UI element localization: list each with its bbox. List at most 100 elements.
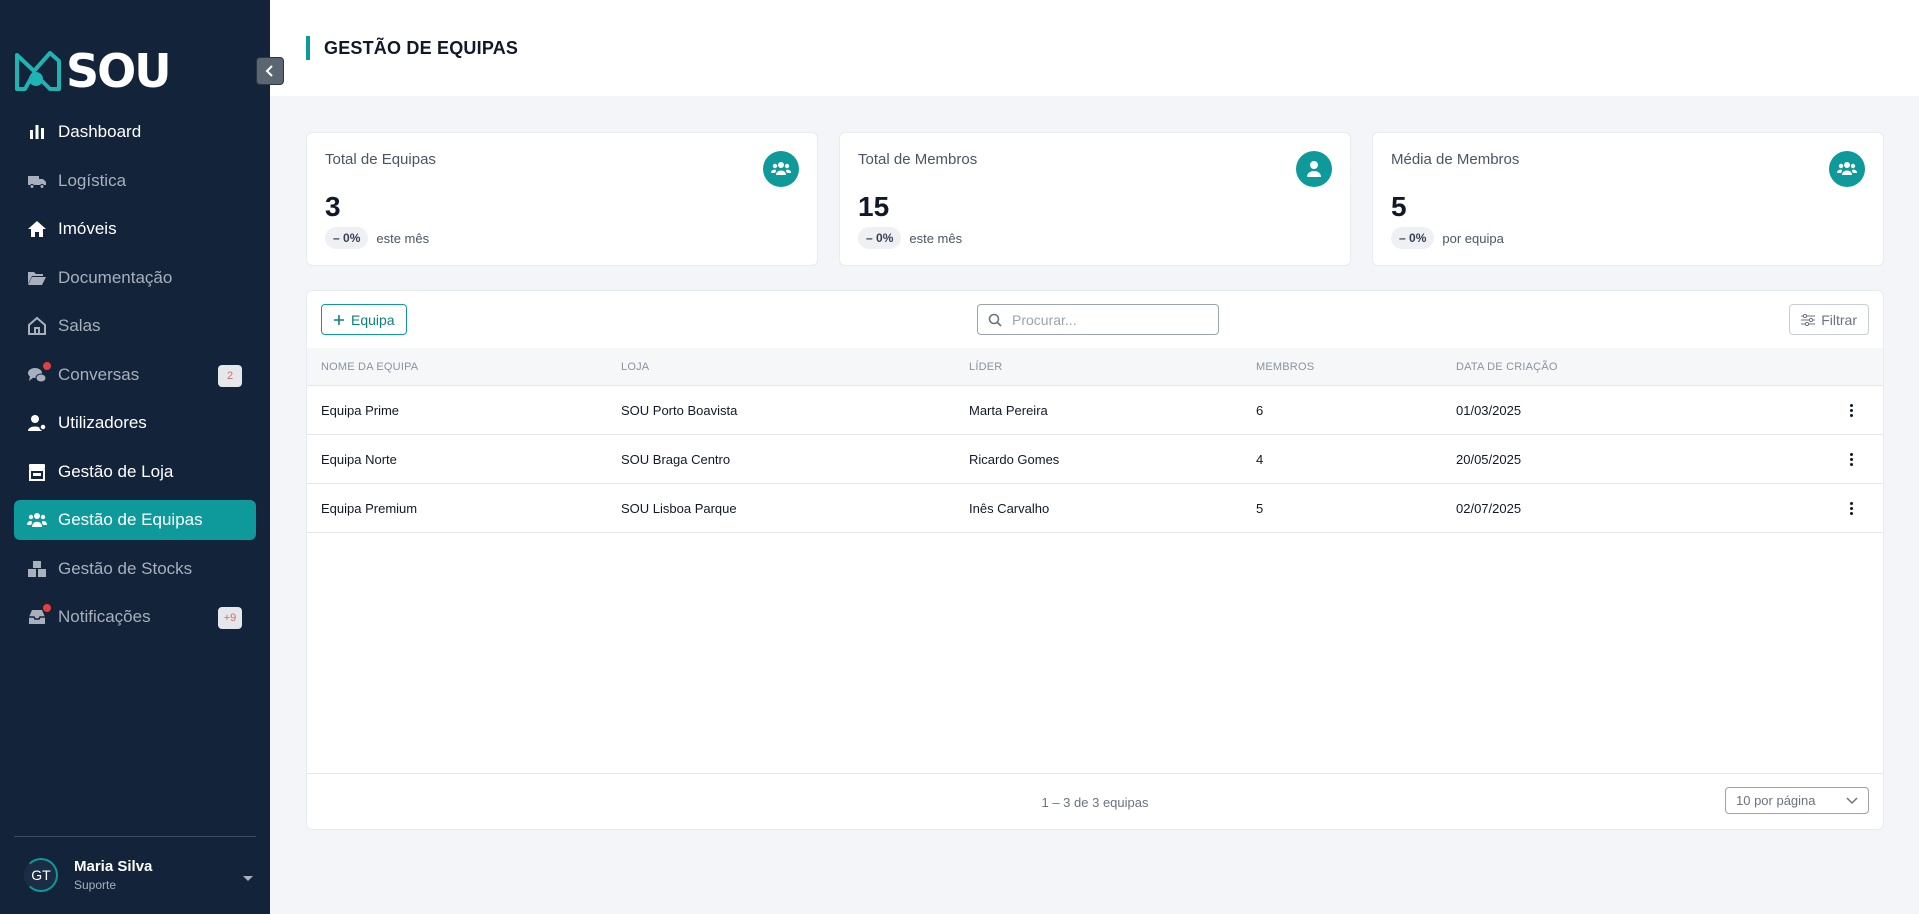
logo-wordmark: SOU: [66, 44, 172, 98]
chat-icon: [26, 361, 51, 386]
stat-card-total-membros: Total de Membros 15 – 0% este mês: [839, 132, 1351, 266]
chevron-left-icon: [265, 65, 273, 77]
sidebar-item-utilizadores[interactable]: Utilizadores: [14, 403, 256, 443]
change-suffix: este mês: [376, 230, 430, 246]
sliders-icon: [1801, 313, 1816, 326]
inbox-icon: [26, 604, 51, 628]
column-header-created-date[interactable]: DATA DE CRIAÇÃO: [1456, 361, 1558, 373]
per-page-value: 10 por página: [1736, 793, 1816, 808]
change-suffix: por equipa: [1442, 230, 1504, 246]
page-title: GESTÃO DE EQUIPAS: [324, 38, 519, 58]
cell-leader: Marta Pereira: [969, 403, 1048, 418]
per-page-select[interactable]: 10 por página: [1725, 787, 1869, 814]
sidebar-item-label: Gestão de Stocks: [58, 558, 193, 578]
change-value: 0%: [1409, 231, 1427, 245]
search-icon: [988, 313, 1002, 327]
cell-team-name: Equipa Premium: [321, 501, 418, 516]
logo-mark-icon: [15, 51, 61, 91]
cell-team-name: Equipa Prime: [321, 403, 400, 418]
user-icon: [1296, 151, 1332, 187]
table-row[interactable]: Equipa Prime SOU Porto Boavista Marta Pe…: [307, 386, 1883, 435]
sidebar-item-gestao-loja[interactable]: Gestão de Loja: [14, 452, 256, 492]
truck-icon: [26, 170, 48, 192]
stat-card-media-membros: Média de Membros 5 – 0% por equipa: [1372, 132, 1884, 266]
add-team-label: Equipa: [351, 311, 395, 328]
filter-button[interactable]: Filtrar: [1789, 304, 1869, 335]
sidebar-item-label: Salas: [58, 316, 101, 335]
change-chip: – 0%: [325, 227, 369, 249]
chevron-down-icon: [1846, 796, 1858, 804]
home-icon: [26, 218, 48, 240]
row-actions-kebab-icon[interactable]: [1845, 400, 1857, 420]
cell-created-date: 02/07/2025: [1456, 501, 1522, 516]
row-actions-kebab-icon[interactable]: [1845, 449, 1857, 469]
users-icon: [26, 509, 48, 531]
sidebar-item-imoveis[interactable]: Imóveis: [14, 209, 256, 249]
change-chip: – 0%: [1391, 227, 1435, 249]
collapse-sidebar-button[interactable]: [256, 57, 284, 85]
stat-label: Média de Membros: [1391, 151, 1520, 168]
users-icon: [1829, 151, 1865, 187]
sidebar-item-conversas[interactable]: Conversas 2: [14, 355, 256, 395]
change-suffix: este mês: [909, 230, 963, 246]
search-box[interactable]: [977, 304, 1219, 335]
table-row[interactable]: Equipa Premium SOU Lisboa Parque Inês Ca…: [307, 484, 1883, 533]
filter-label: Filtrar: [1821, 311, 1857, 328]
sidebar-item-dashboard[interactable]: Dashboard: [14, 112, 256, 152]
notificacoes-count-badge: +9: [218, 607, 242, 629]
cell-store: SOU Braga Centro: [621, 452, 731, 467]
user-profile[interactable]: GT Maria Silva Suporte: [24, 858, 254, 892]
sidebar-item-gestao-stocks[interactable]: Gestão de Stocks: [14, 549, 256, 589]
sidebar-item-logistica[interactable]: Logística: [14, 161, 256, 201]
column-header-store[interactable]: LOJA: [621, 361, 649, 373]
title-accent-bar: [306, 36, 310, 60]
search-input[interactable]: [1012, 311, 1202, 328]
avatar: GT: [24, 858, 58, 892]
sidebar-divider: [14, 836, 256, 837]
user-role: Suporte: [74, 878, 117, 892]
pagination-info: 1 – 3 de 3 equipas: [1041, 795, 1149, 810]
sidebar-item-gestao-equipas[interactable]: Gestão de Equipas: [14, 500, 256, 540]
sidebar-item-label: Gestão de Loja: [58, 461, 174, 481]
cell-members: 6: [1256, 403, 1264, 418]
stat-value: 15: [858, 191, 890, 222]
change-chip: – 0%: [858, 227, 902, 249]
sidebar-item-label: Documentação: [58, 267, 173, 287]
cell-members: 5: [1256, 501, 1264, 516]
unread-dot: [43, 361, 51, 370]
cell-members: 4: [1256, 452, 1264, 467]
add-team-button[interactable]: Equipa: [321, 304, 407, 335]
conversas-count-badge: 2: [218, 364, 242, 387]
store-icon: [26, 461, 48, 483]
sidebar-item-salas[interactable]: Salas: [14, 306, 256, 346]
change-value: 0%: [343, 231, 361, 245]
sidebar-item-label: Conversas: [58, 364, 140, 384]
row-actions-kebab-icon[interactable]: [1845, 498, 1857, 518]
table-footer: 1 – 3 de 3 equipas 10 por página: [307, 773, 1883, 829]
users-icon: [763, 151, 799, 187]
column-header-members[interactable]: MEMBROS: [1256, 361, 1314, 373]
cell-created-date: 01/03/2025: [1456, 403, 1522, 418]
page-header: GESTÃO DE EQUIPAS: [270, 0, 1919, 96]
caret-down-icon[interactable]: [242, 870, 254, 888]
user-name: Maria Silva: [74, 858, 153, 875]
cell-store: SOU Porto Boavista: [621, 403, 738, 418]
folder-open-icon: [26, 267, 48, 289]
sidebar-item-label: Utilizadores: [58, 413, 147, 432]
column-header-leader[interactable]: LÍDER: [969, 361, 1002, 373]
table-row[interactable]: Equipa Norte SOU Braga Centro Ricardo Go…: [307, 435, 1883, 484]
sidebar-item-notificacoes[interactable]: Notificações +9: [14, 597, 256, 637]
stat-label: Total de Membros: [858, 151, 978, 168]
sidebar-item-label: Imóveis: [58, 219, 117, 238]
cell-leader: Inês Carvalho: [969, 501, 1050, 516]
sidebar-item-label: Notificações: [58, 607, 151, 626]
cell-created-date: 20/05/2025: [1456, 452, 1522, 467]
house-outline-icon: [26, 315, 48, 337]
change-value: 0%: [876, 231, 894, 245]
sidebar-nav: Dashboard Logística Imóveis Documentação…: [14, 112, 256, 646]
column-header-team-name[interactable]: NOME DA EQUIPA: [321, 361, 418, 373]
sidebar-item-label: Logística: [58, 170, 127, 190]
cell-leader: Ricardo Gomes: [969, 452, 1060, 467]
cell-team-name: Equipa Norte: [321, 452, 397, 467]
sidebar-item-documentacao[interactable]: Documentação: [14, 258, 256, 298]
